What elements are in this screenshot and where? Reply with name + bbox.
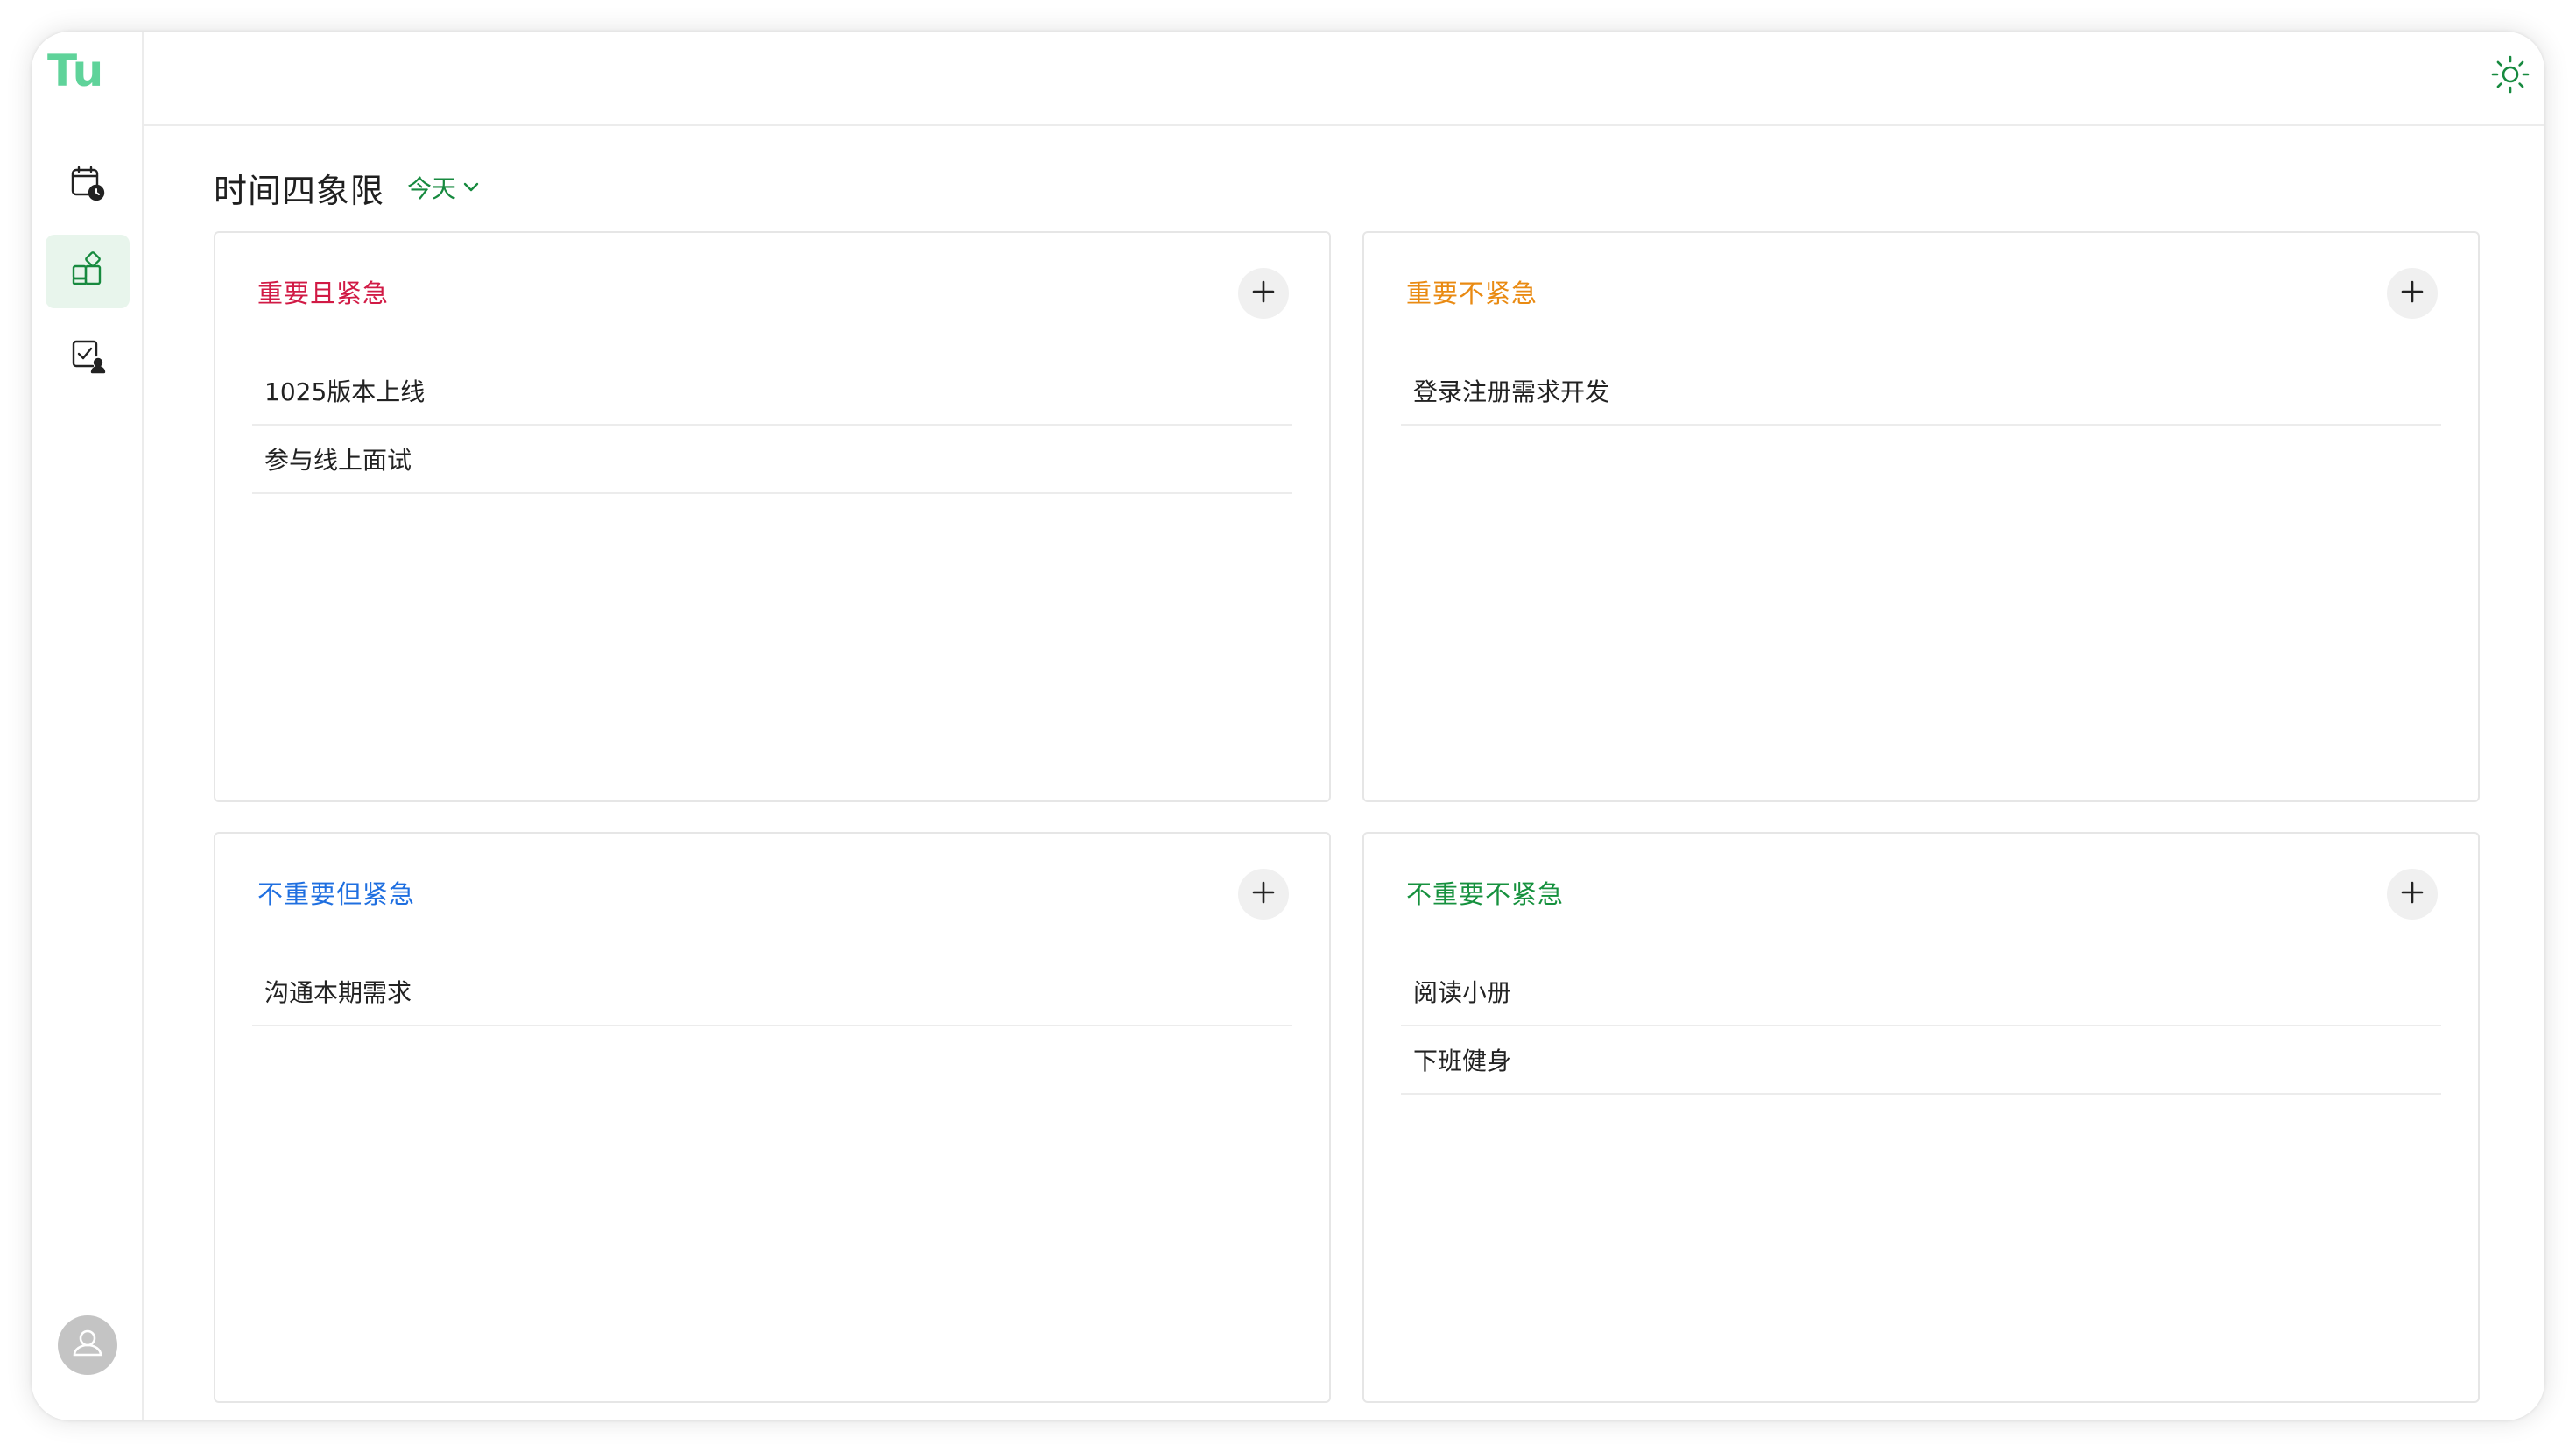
sun-icon [2490, 54, 2530, 98]
quadrant-title: 重要不紧急 [1406, 278, 1538, 308]
sidebar-item-quadrant[interactable] [46, 235, 130, 308]
period-label: 今天 [407, 174, 457, 203]
chevron-down-icon [456, 173, 481, 202]
page-title: 时间四象限 [214, 171, 385, 210]
task-list: 1025版本上线 参与线上面试 [252, 357, 1292, 494]
quadrant-not-important-not-urgent: 不重要不紧急 阅读小册 下班健身 [1362, 832, 2480, 1403]
plus-icon [2399, 278, 2425, 308]
user-avatar[interactable] [58, 1315, 117, 1375]
svg-text:Tu: Tu [47, 46, 103, 96]
quadrant-important-not-urgent: 重要不紧急 登录注册需求开发 [1362, 231, 2480, 802]
task-item[interactable]: 沟通本期需求 [252, 958, 1292, 1026]
task-check-user-icon [68, 336, 107, 378]
quadrant-title: 不重要但紧急 [257, 879, 416, 909]
page-title-row: 时间四象限 今天 [214, 161, 481, 214]
top-header [144, 32, 2544, 126]
sidebar: Tu [32, 32, 144, 1420]
task-item[interactable]: 1025版本上线 [252, 357, 1292, 426]
sidebar-item-calendar[interactable] [46, 149, 130, 222]
add-task-button[interactable] [2387, 869, 2438, 920]
plus-icon [1250, 278, 1277, 308]
add-task-button[interactable] [1238, 268, 1289, 319]
task-item[interactable]: 登录注册需求开发 [1401, 357, 2441, 426]
app-window: Tu 时间四象限 今天 重要且紧急 1025版本上线 参与线上面试 重要不紧急 … [32, 32, 2544, 1420]
theme-toggle-button[interactable] [2488, 54, 2532, 98]
task-item[interactable]: 参与线上面试 [252, 426, 1292, 494]
task-list: 登录注册需求开发 [1401, 357, 2441, 426]
task-list: 沟通本期需求 [252, 958, 1292, 1026]
task-list: 阅读小册 下班健身 [1401, 958, 2441, 1095]
plus-icon [2399, 879, 2425, 909]
sidebar-item-tasks[interactable] [46, 321, 130, 394]
grid-quadrant-icon [68, 250, 107, 293]
app-logo[interactable]: Tu [44, 44, 123, 96]
task-item[interactable]: 下班健身 [1401, 1026, 2441, 1095]
plus-icon [1250, 879, 1277, 909]
quadrant-title: 重要且紧急 [257, 278, 390, 308]
calendar-clock-icon [68, 165, 107, 207]
quadrant-important-urgent: 重要且紧急 1025版本上线 参与线上面试 [214, 231, 1331, 802]
period-dropdown[interactable]: 今天 [407, 170, 481, 205]
quadrant-title: 不重要不紧急 [1406, 879, 1565, 909]
add-task-button[interactable] [2387, 268, 2438, 319]
add-task-button[interactable] [1238, 869, 1289, 920]
task-item[interactable]: 阅读小册 [1401, 958, 2441, 1026]
user-avatar-icon [66, 1322, 109, 1369]
quadrant-not-important-urgent: 不重要但紧急 沟通本期需求 [214, 832, 1331, 1403]
